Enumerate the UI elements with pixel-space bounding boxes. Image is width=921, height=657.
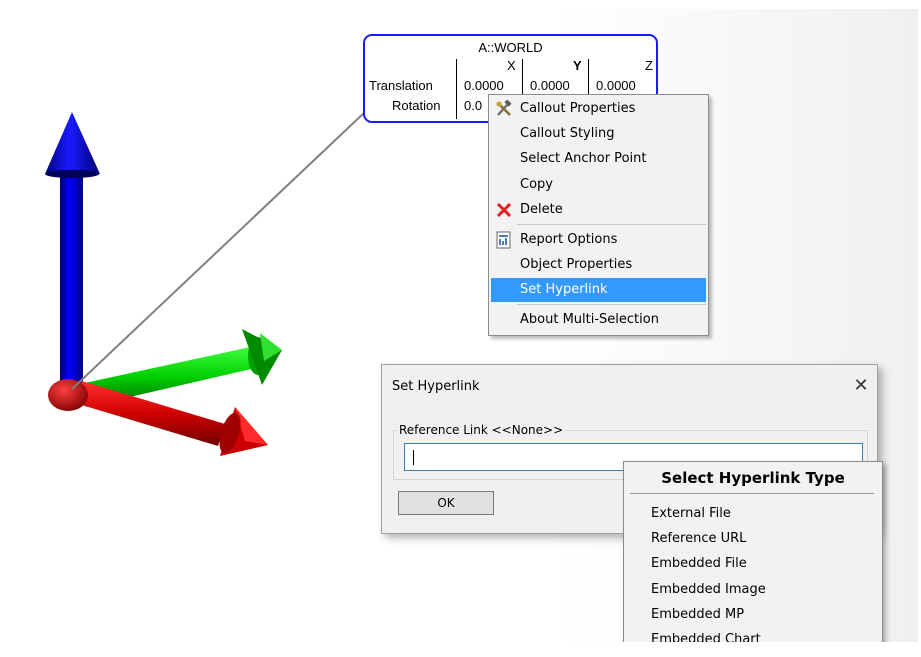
- menu-separator: [630, 493, 874, 494]
- type-item-embedded-file[interactable]: Embedded File: [651, 552, 747, 576]
- menu-item-callout-styling[interactable]: Callout Styling: [491, 122, 706, 146]
- menu-item-copy[interactable]: Copy: [491, 173, 706, 197]
- callout-rotation-x: 0.0: [464, 98, 483, 113]
- dialog-title: Set Hyperlink: [392, 379, 480, 394]
- menu-item-label: About Multi-Selection: [520, 312, 659, 327]
- callout-col-x: X: [507, 58, 516, 73]
- type-item-reference-url[interactable]: Reference URL: [651, 527, 746, 551]
- 3d-viewport[interactable]: A::WORLD X Y Z Translation 0.0000 0.0000…: [10, 9, 918, 642]
- type-item-external-file[interactable]: External File: [651, 502, 731, 526]
- menu-item-about-multi-selection[interactable]: About Multi-Selection: [491, 308, 706, 332]
- menu-item-label: Select Anchor Point: [520, 151, 647, 166]
- context-menu: Callout Properties Callout Styling Selec…: [488, 94, 709, 336]
- close-icon[interactable]: ✕: [849, 373, 873, 397]
- menu-item-callout-properties[interactable]: Callout Properties: [491, 97, 706, 121]
- hyperlink-type-title: Select Hyperlink Type: [661, 469, 845, 487]
- reference-link-label: Reference Link <<None>>: [397, 423, 566, 437]
- text-caret: [413, 450, 414, 465]
- menu-item-select-anchor-point[interactable]: Select Anchor Point: [491, 147, 706, 171]
- callout-translation-y: 0.0000: [530, 78, 570, 93]
- menu-item-set-hyperlink[interactable]: Set Hyperlink: [491, 278, 706, 302]
- hyperlink-type-menu: Select Hyperlink Type External File Refe…: [623, 461, 883, 642]
- callout-translation-z: 0.0000: [596, 78, 636, 93]
- x-axis-arrow: [75, 381, 268, 456]
- type-item-embedded-image[interactable]: Embedded Image: [651, 578, 766, 602]
- z-axis-arrow: [45, 112, 100, 398]
- menu-item-report-options[interactable]: Report Options: [491, 228, 706, 252]
- tools-icon: [496, 100, 512, 116]
- menu-item-label: Set Hyperlink: [520, 282, 608, 297]
- menu-item-label: Copy: [520, 177, 553, 192]
- type-item-embedded-mp[interactable]: Embedded MP: [651, 603, 744, 627]
- menu-item-delete[interactable]: Delete: [491, 198, 706, 222]
- callout-row-translation: Translation: [369, 78, 433, 93]
- menu-item-object-properties[interactable]: Object Properties: [491, 253, 706, 277]
- callout-translation-x: 0.0000: [464, 78, 504, 93]
- callout-title: A::WORLD: [478, 40, 543, 55]
- origin-sphere: [48, 379, 88, 411]
- ok-button[interactable]: OK: [398, 491, 494, 515]
- delete-x-icon: [496, 202, 512, 218]
- menu-separator: [517, 304, 706, 305]
- callout-leader-line: [71, 111, 366, 390]
- menu-item-label: Delete: [520, 202, 563, 217]
- callout-row-rotation: Rotation: [392, 98, 441, 113]
- menu-item-label: Report Options: [520, 232, 618, 247]
- report-icon: [496, 231, 511, 249]
- type-item-embedded-chart[interactable]: Embedded Chart: [651, 628, 761, 642]
- menu-item-label: Callout Properties: [520, 101, 636, 116]
- menu-item-label: Object Properties: [520, 257, 633, 272]
- callout-col-z: Z: [645, 58, 653, 73]
- menu-separator: [517, 224, 706, 225]
- menu-item-label: Callout Styling: [520, 126, 615, 141]
- callout-divider: [456, 59, 457, 119]
- callout-col-y: Y: [573, 58, 582, 73]
